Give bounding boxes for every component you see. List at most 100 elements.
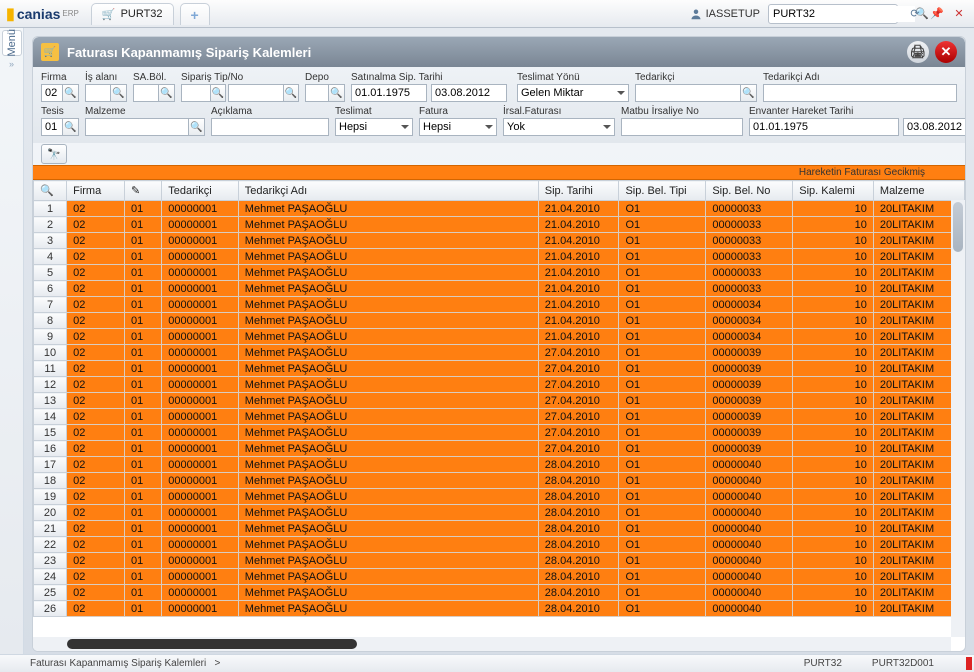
global-search-input[interactable] [773,6,915,22]
horizontal-scrollbar[interactable] [33,637,951,651]
table-row[interactable]: 23020100000001Mehmet PAŞAOĞLU28.04.2010O… [34,553,965,569]
lookup-tesis[interactable]: 🔍 [63,118,79,136]
table-row[interactable]: 21020100000001Mehmet PAŞAOĞLU28.04.2010O… [34,521,965,537]
col-tedarikci-adi[interactable]: Tedarikçi Adı [238,181,538,201]
select-irsal-faturasi[interactable] [503,118,615,136]
table-row[interactable]: 10020100000001Mehmet PAŞAOĞLU27.04.2010O… [34,345,965,361]
horizontal-scroll-thumb[interactable] [67,639,357,649]
table-row[interactable]: 15020100000001Mehmet PAŞAOĞLU27.04.2010O… [34,425,965,441]
lookup-malzeme[interactable]: 🔍 [189,118,205,136]
lookup-siparis-no[interactable]: 🔍 [284,84,299,102]
table-row[interactable]: 9020100000001Mehmet PAŞAOĞLU21.04.2010O1… [34,329,965,345]
table-row[interactable]: 7020100000001Mehmet PAŞAOĞLU21.04.2010O1… [34,297,965,313]
cell-tedarikci: 00000001 [162,505,239,521]
global-search[interactable]: 🔍 [768,4,898,24]
input-sat-sip-to[interactable] [431,84,507,102]
side-menu[interactable]: Menü » [0,28,24,654]
menu-toggle[interactable]: Menü [2,30,22,56]
cell-sip-bel-no: 00000040 [706,553,793,569]
col-sip-kalemi[interactable]: Sip. Kalemi [793,181,874,201]
cell-tedarikci: 00000001 [162,601,239,617]
table-row[interactable]: 2020100000001Mehmet PAŞAOĞLU21.04.2010O1… [34,217,965,233]
table-row[interactable]: 17020100000001Mehmet PAŞAOĞLU28.04.2010O… [34,457,965,473]
table-row[interactable]: 16020100000001Mehmet PAŞAOĞLU27.04.2010O… [34,441,965,457]
cell-sip-tarihi: 21.04.2010 [538,329,619,345]
lookup-tedarikci[interactable]: 🔍 [741,84,757,102]
input-siparis-no[interactable] [228,84,284,102]
lookup-sabol[interactable]: 🔍 [159,84,175,102]
select-teslimat-yonu[interactable] [517,84,629,102]
table-row[interactable]: 24020100000001Mehmet PAŞAOĞLU28.04.2010O… [34,569,965,585]
col-malzeme[interactable]: Malzeme [873,181,964,201]
input-aciklama[interactable] [211,118,329,136]
table-row[interactable]: 4020100000001Mehmet PAŞAOĞLU21.04.2010O1… [34,249,965,265]
table-row[interactable]: 19020100000001Mehmet PAŞAOĞLU28.04.2010O… [34,489,965,505]
table-row[interactable]: 1020100000001Mehmet PAŞAOĞLU21.04.2010O1… [34,201,965,217]
print-button[interactable]: 🖨 [907,41,929,63]
cell-sip-bel-tipi: O1 [619,393,706,409]
table-row[interactable]: 6020100000001Mehmet PAŞAOĞLU21.04.2010O1… [34,281,965,297]
table-row[interactable]: 20020100000001Mehmet PAŞAOĞLU28.04.2010O… [34,505,965,521]
pin-icon[interactable]: 📌 [928,5,946,23]
window-close-icon[interactable]: ✕ [950,5,968,23]
status-chevron-icon: > [215,658,221,669]
table-row[interactable]: 5020100000001Mehmet PAŞAOĞLU21.04.2010O1… [34,265,965,281]
table-row[interactable]: 22020100000001Mehmet PAŞAOĞLU28.04.2010O… [34,537,965,553]
cell-sip-bel-no: 00000040 [706,489,793,505]
printer-icon: 🖨 [910,44,927,60]
lookup-depo[interactable]: 🔍 [329,84,345,102]
cell-sip-bel-tipi: O1 [619,345,706,361]
table-row[interactable]: 13020100000001Mehmet PAŞAOĞLU27.04.2010O… [34,393,965,409]
input-depo[interactable] [305,84,329,102]
table-row[interactable]: 3020100000001Mehmet PAŞAOĞLU21.04.2010O1… [34,233,965,249]
input-sabol[interactable] [133,84,159,102]
col-sip-tarihi[interactable]: Sip. Tarihi [538,181,619,201]
panel-header-icon: 🛒 [41,43,59,61]
cell-tedarikci-adi: Mehmet PAŞAOĞLU [238,377,538,393]
input-siparis-tip[interactable] [181,84,211,102]
input-envanter-to[interactable] [903,118,966,136]
tab-purt32[interactable]: 🛒 PURT32 [91,3,174,25]
cell-sip-bel-tipi: O1 [619,249,706,265]
refresh-icon[interactable]: ⟳ [906,5,924,23]
input-matbu-irsaliye-no[interactable] [621,118,743,136]
input-malzeme[interactable] [85,118,189,136]
table-row[interactable]: 18020100000001Mehmet PAŞAOĞLU28.04.2010O… [34,473,965,489]
table-row[interactable]: 11020100000001Mehmet PAŞAOĞLU27.04.2010O… [34,361,965,377]
col-tedarikci[interactable]: Tedarikçi [162,181,239,201]
search-button[interactable]: 🔭 [41,144,67,164]
cell-edit: 01 [125,201,162,217]
table-row[interactable]: 25020100000001Mehmet PAŞAOĞLU28.04.2010O… [34,585,965,601]
input-firma[interactable] [41,84,63,102]
input-tesis[interactable] [41,118,63,136]
input-tedarikci[interactable] [635,84,741,102]
table-row[interactable]: 8020100000001Mehmet PAŞAOĞLU21.04.2010O1… [34,313,965,329]
user-indicator[interactable]: IASSETUP [690,8,760,20]
input-sat-sip-from[interactable] [351,84,427,102]
cell-sip-tarihi: 27.04.2010 [538,393,619,409]
table-row[interactable]: 14020100000001Mehmet PAŞAOĞLU27.04.2010O… [34,409,965,425]
col-firma[interactable]: Firma [67,181,125,201]
result-grid[interactable]: 🔍 Firma ✎ Tedarikçi Tedarikçi Adı Sip. T… [33,180,965,651]
table-row[interactable]: 26020100000001Mehmet PAŞAOĞLU28.04.2010O… [34,601,965,617]
lookup-is-alani[interactable]: 🔍 [111,84,127,102]
row-number: 8 [34,313,67,329]
col-edit[interactable]: ✎ [125,181,162,201]
input-tedarikci-adi[interactable] [763,84,957,102]
select-fatura[interactable] [419,118,497,136]
col-sip-bel-tipi[interactable]: Sip. Bel. Tipi [619,181,706,201]
input-envanter-from[interactable] [749,118,899,136]
panel-close-button[interactable]: ✕ [935,41,957,63]
cell-sip-bel-tipi: O1 [619,569,706,585]
cell-tedarikci: 00000001 [162,425,239,441]
col-sip-bel-no[interactable]: Sip. Bel. No [706,181,793,201]
lookup-firma[interactable]: 🔍 [63,84,79,102]
vertical-scrollbar[interactable] [951,200,965,637]
lookup-siparis-tip[interactable]: 🔍 [211,84,226,102]
col-rownum[interactable]: 🔍 [34,181,67,201]
vertical-scroll-thumb[interactable] [953,202,963,252]
select-teslimat[interactable] [335,118,413,136]
add-tab-button[interactable]: + [180,3,210,25]
input-is-alani[interactable] [85,84,111,102]
table-row[interactable]: 12020100000001Mehmet PAŞAOĞLU27.04.2010O… [34,377,965,393]
